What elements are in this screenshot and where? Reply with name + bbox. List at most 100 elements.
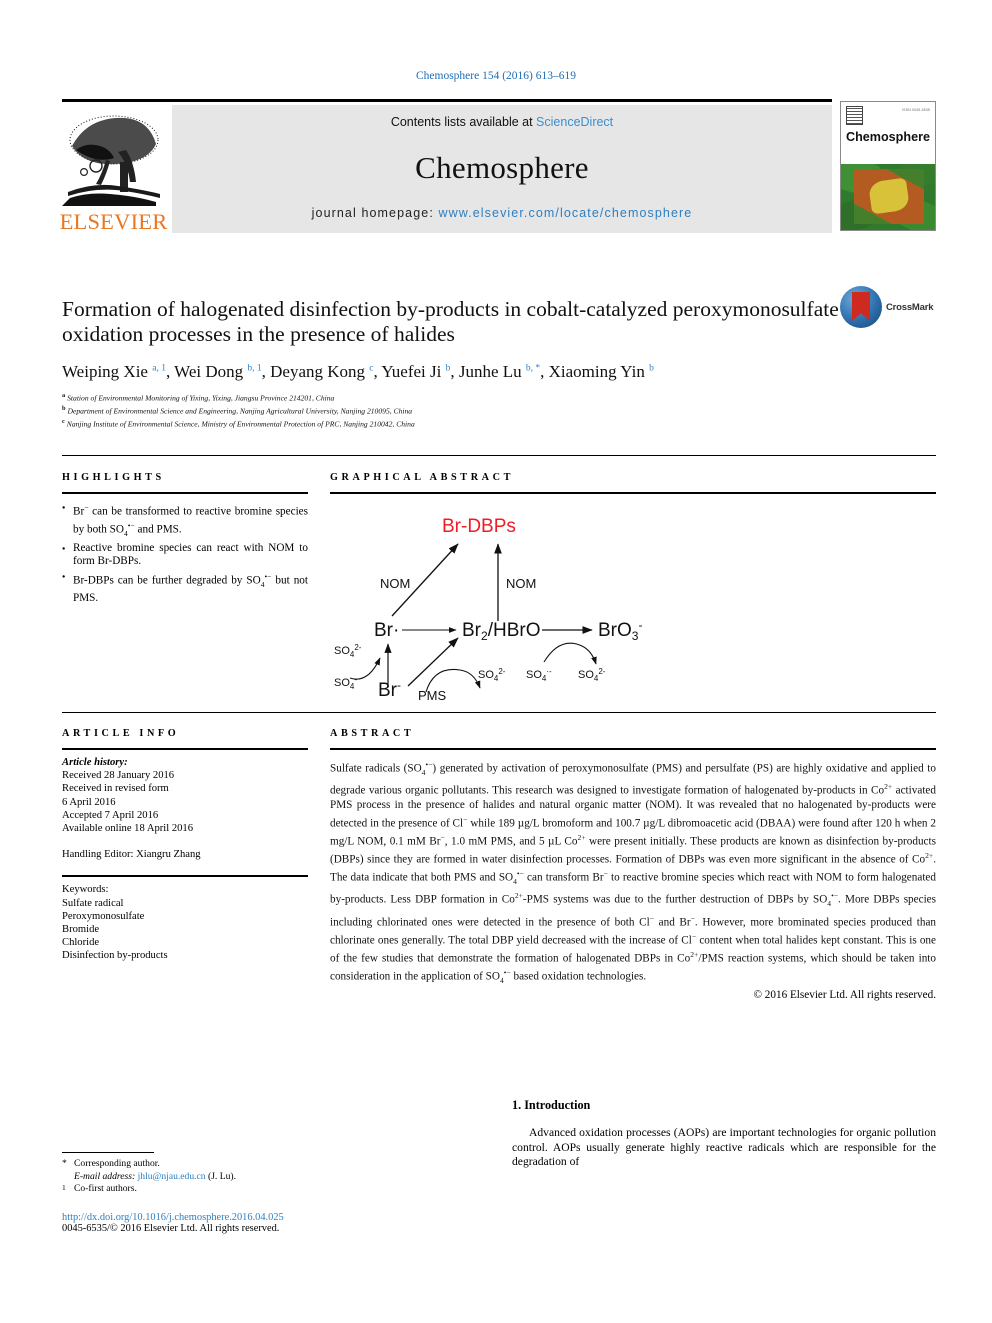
footnote-corresponding: * Corresponding author. E-mail address: … xyxy=(62,1158,362,1196)
cover-journal-name: Chemosphere xyxy=(846,130,930,144)
label-bromide-lower: Br- xyxy=(378,678,401,701)
highlights-section: HIGHLIGHTS Br− can be transformed to rea… xyxy=(62,472,308,606)
journal-title: Chemosphere xyxy=(415,149,589,185)
history-line: Available online 18 April 2016 xyxy=(62,823,194,835)
contents-prefix: Contents lists available at xyxy=(390,115,537,129)
affiliation-text: Nanjing Institute of Environmental Scien… xyxy=(66,419,415,429)
masthead-top-rule xyxy=(62,99,832,102)
list-item: Br− can be transformed to reactive bromi… xyxy=(62,501,308,541)
abstract-rule xyxy=(330,748,936,750)
curve-so4-right xyxy=(543,642,597,665)
list-item: Br-DBPs can be further degraded by SO4•−… xyxy=(62,570,308,605)
label-br-radical: Br· xyxy=(374,620,399,641)
label-nom-right: NOM xyxy=(506,576,536,591)
section-divider-middle xyxy=(62,712,936,713)
email-link[interactable]: jhlu@njau.edu.cn xyxy=(138,1171,206,1182)
label-so4-radical-lower: SO4- xyxy=(334,675,357,691)
cover-elsevier-icon xyxy=(846,106,863,125)
history-line: Received 28 January 2016 xyxy=(62,770,175,782)
keyword-item: Chloride xyxy=(62,937,100,949)
keyword-item: Sulfate radical xyxy=(62,897,124,909)
article-history: Article history: Received 28 January 201… xyxy=(62,756,308,861)
elsevier-wordmark: ELSEVIER xyxy=(59,208,168,234)
affiliation-item: c Nanjing Institute of Environmental Sci… xyxy=(62,417,936,430)
introduction-paragraph: Advanced oxidation processes (AOPs) are … xyxy=(512,1126,936,1169)
affiliation-text: Station of Environmental Monitoring of Y… xyxy=(67,393,335,403)
affiliation-mark: b xyxy=(62,405,66,413)
label-br-dbps: Br-DBPs xyxy=(442,516,516,537)
label-nom-left: NOM xyxy=(380,576,410,591)
section-divider-top xyxy=(62,455,936,456)
introduction-section: 1. Introduction Advanced oxidation proce… xyxy=(512,1098,936,1170)
cover-top: ISSN 0045-6535 Chemosphere xyxy=(841,102,935,164)
affiliation-item: b Department of Environmental Science an… xyxy=(62,404,936,417)
keywords-block: Keywords: Sulfate radical Peroxymonosulf… xyxy=(62,883,308,962)
affiliation-text: Department of Environmental Science and … xyxy=(67,406,413,416)
article-first-page: Chemosphere 154 (2016) 613–619 ELSEVIER … xyxy=(0,0,992,1323)
elsevier-logo: ELSEVIER xyxy=(59,105,168,234)
footnote-section: * Corresponding author. E-mail address: … xyxy=(62,1152,362,1196)
journal-homepage-line: journal homepage: www.elsevier.com/locat… xyxy=(312,206,693,220)
keyword-item: Disinfection by-products xyxy=(62,950,168,962)
email-label: E-mail address: xyxy=(74,1170,136,1182)
author-list: Weiping Xie a, 1, Wei Dong b, 1, Deyang … xyxy=(62,361,654,381)
graphical-abstract-figure: Br-DBPs NOM NOM Br· Br2/HBrO BrO3- Br- S… xyxy=(330,496,936,701)
affiliation-list: a Station of Environmental Monitoring of… xyxy=(62,391,936,431)
contents-available-line: Contents lists available at ScienceDirec… xyxy=(391,115,613,129)
label-br2-hbro: Br2/HBrO xyxy=(462,620,540,643)
keywords-rule xyxy=(62,875,308,878)
label-so4-2minus-mid: SO42- xyxy=(478,667,506,683)
article-info-rule xyxy=(62,748,308,750)
graphical-abstract-rule xyxy=(330,492,936,494)
title-block: Formation of halogenated disinfection by… xyxy=(62,283,936,431)
history-line: Accepted 7 April 2016 xyxy=(62,809,159,821)
sciencedirect-link[interactable]: ScienceDirect xyxy=(536,115,613,129)
footnote-rule xyxy=(62,1152,154,1153)
crossmark-icon xyxy=(840,286,882,328)
crossmark-label: CrossMark xyxy=(886,301,934,313)
journal-cover-thumbnail: ISSN 0045-6535 Chemosphere xyxy=(840,101,936,231)
cover-center-overlay xyxy=(854,169,924,224)
journal-homepage-link[interactable]: www.elsevier.com/locate/chemosphere xyxy=(438,206,692,220)
homepage-prefix: journal homepage: xyxy=(311,206,439,220)
highlights-heading: HIGHLIGHTS xyxy=(62,472,165,483)
reaction-scheme-diagram: Br-DBPs NOM NOM Br· Br2/HBrO BrO3- Br- S… xyxy=(334,516,642,701)
keyword-item: Peroxymonosulfate xyxy=(62,910,145,922)
label-so4-radical-right: SO4·- xyxy=(526,667,552,683)
keywords-label: Keywords: xyxy=(62,884,109,896)
cover-artwork xyxy=(841,164,935,230)
affiliation-mark: c xyxy=(62,418,65,426)
abstract-heading: ABSTRACT xyxy=(330,728,415,739)
crossmark-badge[interactable]: CrossMark xyxy=(840,285,936,329)
affiliation-item: a Station of Environmental Monitoring of… xyxy=(62,391,936,404)
co-first-authors-text: Co-first authors. xyxy=(74,1183,137,1195)
elsevier-tree-icon xyxy=(62,115,160,206)
article-info-section: ARTICLE INFO Article history: Received 2… xyxy=(62,728,308,963)
history-line: 6 April 2016 xyxy=(62,796,116,808)
label-bromate: BrO3- xyxy=(598,618,642,643)
label-so4-2minus-right: SO42- xyxy=(578,667,606,683)
list-item: Reactive bromine species can react with … xyxy=(62,542,308,569)
corresponding-author-text: Corresponding author. xyxy=(74,1158,160,1169)
footnote-marker-1: 1 xyxy=(62,1183,66,1193)
label-so4-2minus-upper: SO42- xyxy=(334,643,362,659)
journal-band: Contents lists available at ScienceDirec… xyxy=(172,105,832,233)
running-head: Chemosphere 154 (2016) 613–619 xyxy=(415,70,577,82)
article-history-label: Article history: xyxy=(62,757,128,768)
graphical-abstract-section: GRAPHICAL ABSTRACT Br-DBPs NOM NOM Br· B… xyxy=(330,472,936,701)
abstract-copyright: © 2016 Elsevier Ltd. All rights reserved… xyxy=(753,989,937,1002)
page-title: Formation of halogenated disinfection by… xyxy=(62,297,839,347)
introduction-heading: 1. Introduction xyxy=(512,1098,591,1112)
keyword-item: Bromide xyxy=(62,924,100,936)
affiliation-mark: a xyxy=(62,391,66,399)
highlights-list: Br− can be transformed to reactive bromi… xyxy=(62,501,308,605)
asterisk-icon: * xyxy=(62,1158,67,1169)
doi-block: http://dx.doi.org/10.1016/j.chemosphere.… xyxy=(62,1212,482,1234)
doi-link[interactable]: http://dx.doi.org/10.1016/j.chemosphere.… xyxy=(62,1212,482,1223)
graphical-abstract-heading: GRAPHICAL ABSTRACT xyxy=(330,472,514,483)
issn-copyright: 0045-6535/© 2016 Elsevier Ltd. All right… xyxy=(62,1223,280,1234)
history-line: Received in revised form xyxy=(62,783,169,795)
cover-issn-text: ISSN 0045-6535 xyxy=(902,108,930,112)
handling-editor: Handling Editor: Xiangru Zhang xyxy=(62,849,201,861)
